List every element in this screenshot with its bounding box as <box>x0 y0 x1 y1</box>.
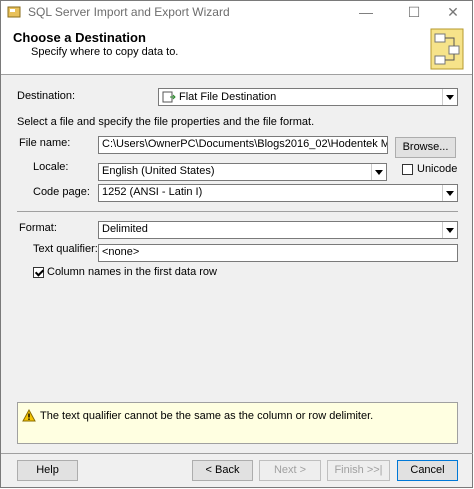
page-subtitle: Specify where to copy data to. <box>31 46 179 58</box>
instructions-text: Select a file and specify the file prope… <box>17 116 315 128</box>
locale-label: Locale: <box>33 161 69 173</box>
wizard-window: SQL Server Import and Export Wizard — ☐ … <box>0 0 473 488</box>
code-page-combo[interactable]: 1252 (ANSI - Latin I) <box>98 184 458 202</box>
back-button[interactable]: < Back <box>192 460 253 481</box>
warning-message-box: The text qualifier cannot be the same as… <box>17 402 458 444</box>
code-page-value: 1252 (ANSI - Latin I) <box>102 186 203 198</box>
page-title: Choose a Destination <box>13 30 146 45</box>
chevron-down-icon[interactable] <box>371 164 386 180</box>
unicode-label: Unicode <box>417 163 458 175</box>
wizard-header: Choose a Destination Specify where to co… <box>1 24 472 75</box>
help-button[interactable]: Help <box>17 460 78 481</box>
locale-value: English (United States) <box>102 165 215 177</box>
next-button[interactable]: Next > <box>259 460 321 481</box>
text-qualifier-input[interactable]: <none> <box>98 244 458 262</box>
browse-button[interactable]: Browse... <box>395 137 456 158</box>
app-icon <box>7 6 21 18</box>
flat-file-icon <box>162 91 176 103</box>
close-button[interactable]: ✕ <box>433 1 473 24</box>
format-label: Format: <box>19 222 57 234</box>
format-combo[interactable]: Delimited <box>98 221 458 239</box>
minimize-button[interactable]: — <box>346 1 386 24</box>
destination-combo[interactable]: Flat File Destination <box>158 88 458 106</box>
text-qualifier-label: Text qualifier: <box>33 243 98 255</box>
warning-text: The text qualifier cannot be the same as… <box>40 410 374 422</box>
chevron-down-icon[interactable] <box>442 185 457 201</box>
footer-divider <box>1 453 473 454</box>
destination-value: Flat File Destination <box>179 91 277 103</box>
cancel-button[interactable]: Cancel <box>397 460 458 481</box>
finish-button[interactable]: Finish >>| <box>327 460 390 481</box>
window-title: SQL Server Import and Export Wizard <box>28 5 230 19</box>
unicode-checkbox[interactable] <box>402 164 413 175</box>
warning-icon <box>22 409 36 422</box>
title-bar: SQL Server Import and Export Wizard — ☐ … <box>1 1 472 24</box>
destination-label: Destination: <box>17 90 76 102</box>
code-page-label: Code page: <box>33 186 90 198</box>
format-value: Delimited <box>102 223 148 235</box>
column-names-label: Column names in the first data row <box>47 266 217 278</box>
wizard-graphic-icon <box>430 28 464 70</box>
locale-combo[interactable]: English (United States) <box>98 163 387 181</box>
chevron-down-icon[interactable] <box>442 89 457 105</box>
file-name-input[interactable]: C:\Users\OwnerPC\Documents\Blogs2016_02\… <box>98 136 388 154</box>
divider <box>17 211 458 212</box>
column-names-checkbox[interactable] <box>33 267 44 278</box>
chevron-down-icon[interactable] <box>442 222 457 238</box>
maximize-button[interactable]: ☐ <box>394 1 434 24</box>
file-name-label: File name: <box>19 137 71 149</box>
